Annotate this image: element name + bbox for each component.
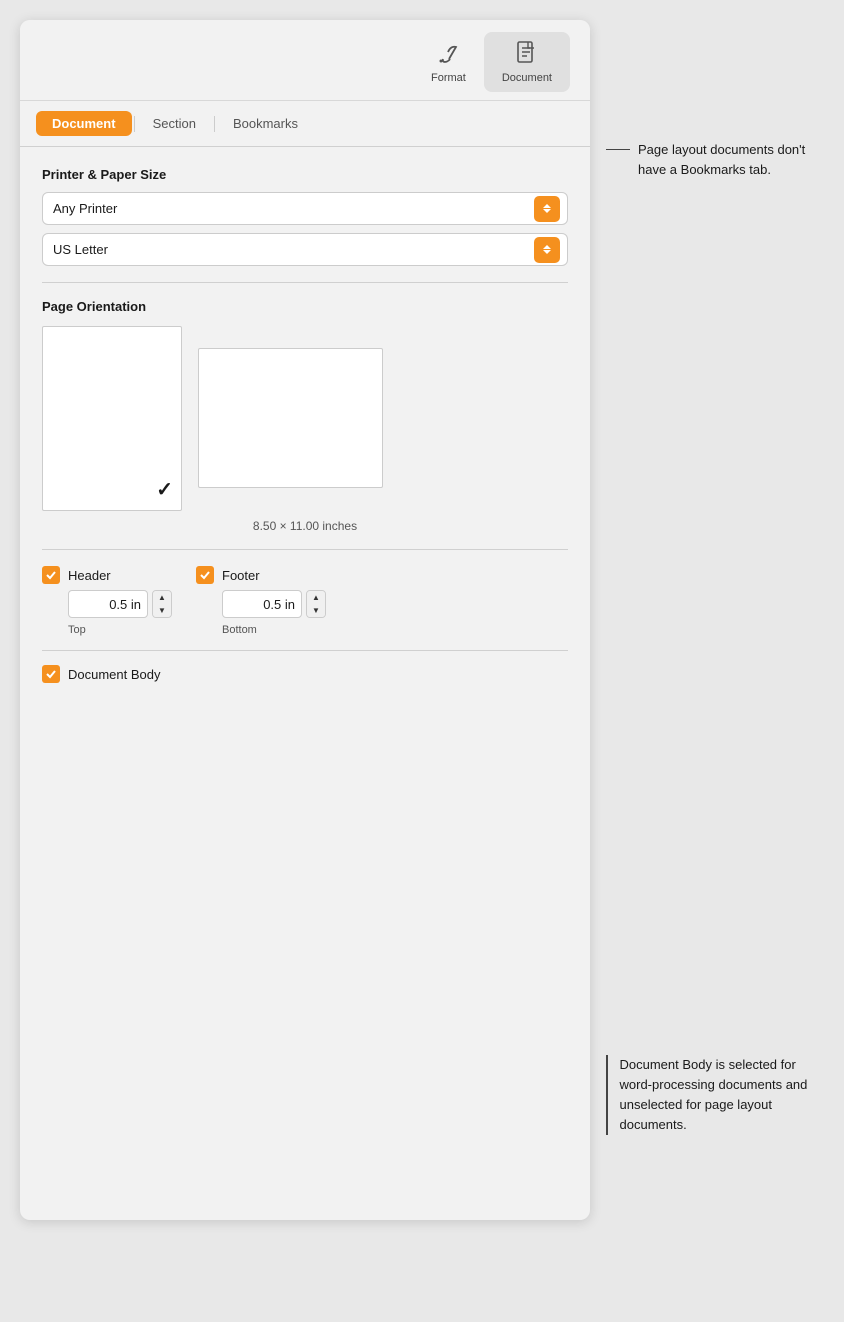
footer-input-row: ▲ ▼ <box>222 590 326 618</box>
bookmarks-annotation: Page layout documents don't have a Bookm… <box>606 140 824 179</box>
header-item: Header ▲ ▼ Top <box>42 566 172 636</box>
landscape-page <box>198 348 383 488</box>
doc-body-checkbox[interactable] <box>42 665 60 683</box>
tab-bar: Document Section Bookmarks <box>20 101 590 147</box>
portrait-page: ✓ <box>42 326 182 511</box>
dimension-text: 8.50 × 11.00 inches <box>42 519 568 533</box>
document-icon <box>513 40 541 68</box>
content-area: Printer & Paper Size Any Printer US Lett… <box>20 147 590 703</box>
tab-divider-1 <box>134 116 135 132</box>
footer-checkbox[interactable] <box>196 566 214 584</box>
header-label-row: Header <box>42 566 111 584</box>
tab-section[interactable]: Section <box>137 111 212 136</box>
landscape-option[interactable] <box>198 326 383 488</box>
annotations-panel: Page layout documents don't have a Bookm… <box>606 20 824 1136</box>
doc-body-annotation-text: Document Body is selected for word-proce… <box>620 1055 825 1136</box>
divider-1 <box>42 282 568 283</box>
selected-checkmark: ✓ <box>156 477 173 502</box>
header-stepper-down[interactable]: ▼ <box>153 604 171 617</box>
format-label: Format <box>431 72 466 84</box>
orientation-options: ✓ <box>42 326 568 511</box>
printer-section-title: Printer & Paper Size <box>42 167 568 182</box>
footer-label-row: Footer <box>196 566 260 584</box>
tab-document[interactable]: Document <box>36 111 132 136</box>
header-stepper-up[interactable]: ▲ <box>153 591 171 604</box>
hf-row: Header ▲ ▼ Top <box>42 566 568 636</box>
header-stepper: ▲ ▼ <box>152 590 172 618</box>
format-button[interactable]: Format <box>413 32 484 92</box>
orientation-section: Page Orientation ✓ 8.50 × 11.00 inches <box>42 299 568 533</box>
header-label: Header <box>68 568 111 583</box>
toolbar: Format Document <box>20 20 590 101</box>
doc-body-annotation-spacer: Document Body is selected for word-proce… <box>606 1035 824 1136</box>
document-label: Document <box>502 72 552 84</box>
orientation-section-title: Page Orientation <box>42 299 568 314</box>
paper-dropdown-wrap: US Letter <box>42 233 568 266</box>
footer-item: Footer ▲ ▼ Bottom <box>196 566 326 636</box>
header-footer-section: Header ▲ ▼ Top <box>42 566 568 683</box>
header-checkbox[interactable] <box>42 566 60 584</box>
printer-select[interactable]: Any Printer <box>42 192 568 225</box>
document-button[interactable]: Document <box>484 32 570 92</box>
footer-stepper-up[interactable]: ▲ <box>307 591 325 604</box>
footer-stepper: ▲ ▼ <box>306 590 326 618</box>
header-input-row: ▲ ▼ <box>68 590 172 618</box>
header-value-input[interactable] <box>68 590 148 618</box>
divider-2 <box>42 549 568 550</box>
doc-body-row: Document Body <box>42 650 568 683</box>
doc-body-label: Document Body <box>68 667 161 682</box>
header-sublabel: Top <box>68 624 86 636</box>
format-icon <box>434 40 462 68</box>
doc-body-annotation: Document Body is selected for word-proce… <box>606 1055 824 1136</box>
inspector-panel: Format Document Document Section Bookmar… <box>20 20 590 1220</box>
annotation-line-1 <box>606 149 630 150</box>
footer-sublabel: Bottom <box>222 624 257 636</box>
portrait-option[interactable]: ✓ <box>42 326 182 511</box>
annotation-vline <box>606 1055 608 1135</box>
bookmarks-annotation-text: Page layout documents don't have a Bookm… <box>638 140 824 179</box>
tab-divider-2 <box>214 116 215 132</box>
paper-select[interactable]: US Letter <box>42 233 568 266</box>
footer-stepper-down[interactable]: ▼ <box>307 604 325 617</box>
footer-label: Footer <box>222 568 260 583</box>
footer-value-input[interactable] <box>222 590 302 618</box>
tab-bookmarks[interactable]: Bookmarks <box>217 111 314 136</box>
printer-dropdown-wrap: Any Printer <box>42 192 568 225</box>
